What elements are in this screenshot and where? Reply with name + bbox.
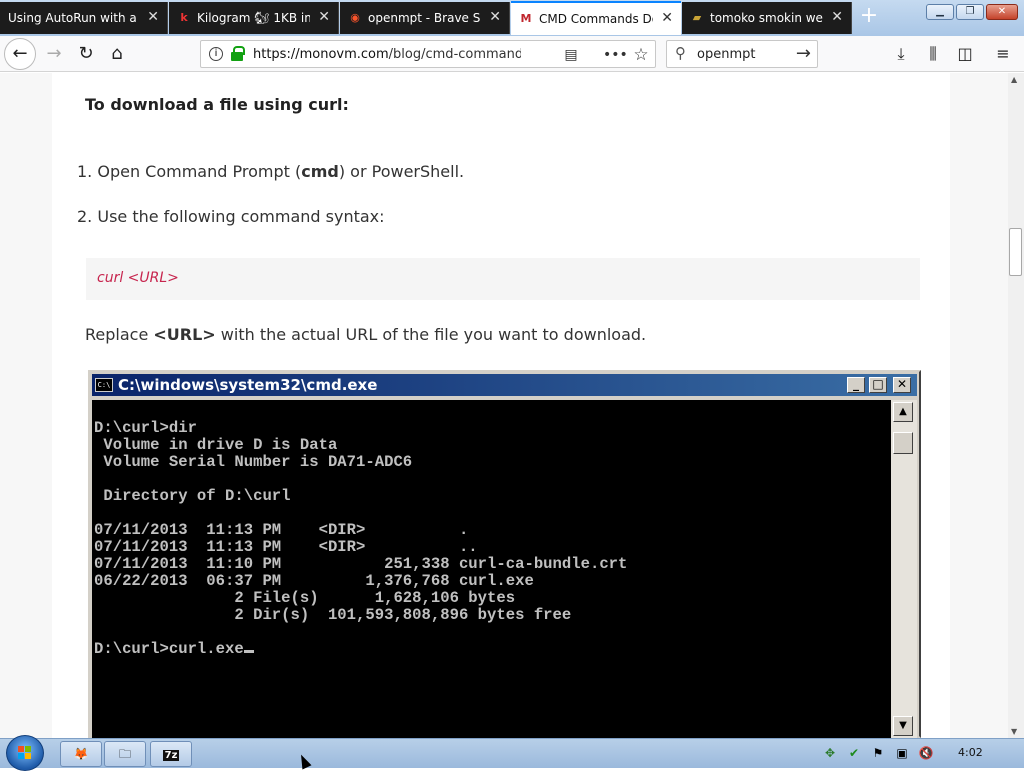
section-heading: To download a file using curl: bbox=[85, 95, 349, 114]
sidebar-icon[interactable]: ◫ bbox=[954, 43, 976, 65]
tab-title: CMD Commands Do bbox=[539, 12, 653, 26]
url-host: https://monovm.com bbox=[253, 47, 389, 62]
code-block: curl <URL> bbox=[86, 258, 920, 300]
monovm-icon: M bbox=[520, 12, 532, 25]
cmd-minimize-icon: _ bbox=[847, 377, 865, 393]
tab-tomoko[interactable]: ▰ tomoko smokin wee ✕ bbox=[682, 2, 852, 34]
close-icon[interactable]: ✕ bbox=[661, 11, 673, 26]
taskbar: 🦊 🗀 7z ✥ ✔ ⚑ ▣ 🔇 4:02 bbox=[0, 735, 1024, 771]
security-tray-icon[interactable]: ✔ bbox=[846, 745, 862, 761]
cmd-console: D:\curl>dir Volume in drive D is Data Vo… bbox=[92, 400, 891, 738]
close-window-button[interactable]: ✕ bbox=[986, 4, 1018, 20]
start-button[interactable] bbox=[6, 735, 44, 771]
bookmark-star-icon[interactable]: ☆ bbox=[631, 45, 651, 65]
new-tab-icon[interactable]: + bbox=[858, 5, 880, 28]
info-icon[interactable]: i bbox=[209, 47, 223, 61]
restore-window-button[interactable]: ❐ bbox=[956, 4, 984, 20]
action-center-flag-icon[interactable]: ⚑ bbox=[870, 745, 886, 761]
firefox-icon: 🦊 bbox=[73, 747, 89, 761]
close-icon[interactable]: ✕ bbox=[831, 10, 843, 25]
scroll-down-icon: ▼ bbox=[893, 716, 913, 736]
menu-icon[interactable]: ≡ bbox=[992, 43, 1014, 65]
code-text: curl <URL> bbox=[97, 270, 179, 286]
tab-cmd-commands[interactable]: M CMD Commands Do ✕ bbox=[511, 1, 681, 35]
tab-title: openmpt - Brave Sea bbox=[368, 11, 481, 25]
lock-icon[interactable] bbox=[231, 46, 245, 61]
cmd-close-icon: ✕ bbox=[893, 377, 911, 393]
network-tray-icon[interactable]: ✥ bbox=[822, 745, 838, 761]
replace-bold: <URL> bbox=[153, 325, 216, 344]
step-2: 2. Use the following command syntax: bbox=[77, 207, 385, 226]
step-1-text-end: ) or PowerShell. bbox=[338, 162, 465, 181]
brave-icon: ◉ bbox=[350, 11, 360, 24]
tab-brave-search[interactable]: ◉ openmpt - Brave Sea ✕ bbox=[340, 2, 510, 34]
reader-view-icon[interactable]: ▤ bbox=[561, 45, 581, 65]
console-cursor bbox=[243, 650, 254, 653]
page-actions-icon[interactable]: ••• bbox=[603, 45, 628, 65]
minimize-window-button[interactable]: ▁ bbox=[926, 4, 954, 20]
close-icon[interactable]: ✕ bbox=[147, 10, 159, 25]
cmd-icon: C:\ bbox=[95, 378, 113, 392]
tab-bar: Using AutoRun with a US ✕ k Kilogram 🐿 1… bbox=[0, 0, 1024, 36]
scroll-up-icon: ▲ bbox=[893, 402, 913, 422]
replace-paragraph: Replace <URL> with the actual URL of the… bbox=[85, 325, 646, 344]
cmd-titlebar: C:\ C:\windows\system32\cmd.exe _ □ ✕ bbox=[92, 374, 917, 396]
reload-button[interactable]: ↻ bbox=[72, 40, 100, 68]
tab-autorun[interactable]: Using AutoRun with a US ✕ bbox=[0, 2, 168, 34]
step-1: 1. Open Command Prompt (cmd) or PowerShe… bbox=[77, 162, 464, 181]
scroll-up-icon[interactable]: ▲ bbox=[1011, 75, 1017, 84]
forward-button[interactable]: → bbox=[40, 40, 68, 68]
kilogram-icon: k bbox=[180, 11, 188, 24]
cmd-maximize-icon: □ bbox=[869, 377, 887, 393]
tab-title: Kilogram 🐿 1KB ima bbox=[197, 11, 310, 25]
library-icon[interactable]: ⫼ bbox=[922, 43, 944, 65]
cmd-screenshot: C:\ C:\windows\system32\cmd.exe _ □ ✕ D:… bbox=[88, 370, 921, 738]
url-text[interactable]: https://monovm.com/blog/cmd-commands- bbox=[253, 47, 521, 62]
replace-text: Replace bbox=[85, 325, 154, 344]
scroll-thumb bbox=[893, 432, 913, 454]
tab-kilogram[interactable]: k Kilogram 🐿 1KB ima ✕ bbox=[169, 2, 339, 34]
folder-icon: 🗀 bbox=[118, 747, 131, 761]
search-value: openmpt bbox=[697, 47, 756, 62]
home-icon[interactable]: ⌂ bbox=[103, 40, 131, 68]
page-scroll-thumb[interactable] bbox=[1009, 228, 1022, 276]
close-icon[interactable]: ✕ bbox=[318, 10, 330, 25]
article: To download a file using curl: 1. Open C… bbox=[52, 73, 950, 738]
taskbar-app-firefox[interactable]: 🦊 bbox=[60, 741, 102, 767]
url-bar[interactable]: i https://monovm.com/blog/cmd-commands- … bbox=[200, 40, 656, 68]
step-1-text: 1. Open Command Prompt ( bbox=[77, 162, 302, 181]
volume-muted-icon[interactable]: 🔇 bbox=[918, 745, 934, 761]
page-content: To download a file using curl: 1. Open C… bbox=[0, 73, 1008, 738]
windows-logo-icon bbox=[18, 746, 32, 760]
tab-title: Using AutoRun with a US bbox=[8, 11, 139, 25]
url-path: /blog/cmd-commands- bbox=[388, 47, 521, 62]
step-1-bold: cmd bbox=[301, 162, 339, 181]
cmd-title: C:\windows\system32\cmd.exe bbox=[118, 376, 378, 394]
back-button[interactable]: ← bbox=[4, 38, 36, 70]
taskbar-app-explorer[interactable]: 🗀 bbox=[104, 741, 146, 767]
clock[interactable]: 4:02 bbox=[958, 746, 983, 759]
search-go-icon[interactable]: → bbox=[796, 43, 811, 64]
navigation-toolbar: ← → ↻ ⌂ i https://monovm.com/blog/cmd-co… bbox=[0, 36, 1024, 72]
search-input[interactable]: ⚲ openmpt → bbox=[666, 40, 818, 68]
replace-text-end: with the actual URL of the file you want… bbox=[215, 325, 647, 344]
display-tray-icon[interactable]: ▣ bbox=[894, 745, 910, 761]
tab-title: tomoko smokin wee bbox=[710, 11, 823, 25]
download-icon[interactable]: ⤓ bbox=[890, 43, 912, 65]
close-icon[interactable]: ✕ bbox=[489, 10, 501, 25]
7zip-icon: 7z bbox=[162, 750, 180, 761]
cmd-scrollbar: ▲ ▼ bbox=[891, 400, 917, 738]
console-output: D:\curl>dir Volume in drive D is Data Vo… bbox=[94, 419, 628, 658]
taskbar-app-7zip[interactable]: 7z bbox=[150, 741, 192, 767]
scroll-down-icon[interactable]: ▼ bbox=[1011, 727, 1017, 736]
page-scrollbar[interactable]: ▲ ▼ bbox=[1008, 73, 1024, 738]
search-icon: ⚲ bbox=[675, 44, 686, 62]
folder-icon: ▰ bbox=[692, 11, 702, 24]
